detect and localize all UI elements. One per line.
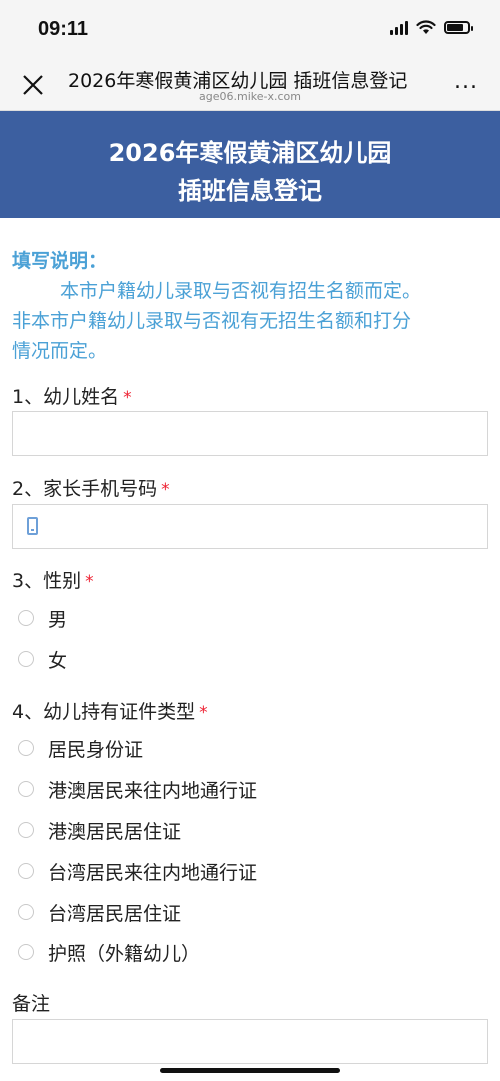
instructions-line3: 情况而定。	[12, 340, 108, 362]
instructions-line1: 本市户籍幼儿录取与否视有招生名额而定。	[60, 280, 422, 302]
radio-button[interactable]	[18, 610, 34, 626]
radio-button[interactable]	[18, 822, 34, 838]
phone-icon	[27, 517, 38, 535]
notes-label: 备注	[12, 993, 51, 1015]
q3-label-text: 3、性别	[12, 570, 82, 592]
child-name-input[interactable]	[12, 411, 488, 456]
question-child-name-label: 1、幼儿姓名 *	[12, 382, 132, 409]
option-label: 港澳居民居住证	[48, 820, 182, 843]
gender-option-female[interactable]: 女	[18, 644, 67, 674]
option-label: 护照（外籍幼儿）	[48, 942, 201, 965]
status-icons	[390, 20, 473, 35]
option-label: 居民身份证	[48, 738, 144, 761]
required-mark: *	[85, 572, 94, 592]
battery-icon	[444, 21, 473, 34]
option-label: 港澳居民来往内地通行证	[48, 779, 258, 802]
radio-button[interactable]	[18, 781, 34, 797]
status-time: 09:11	[38, 18, 89, 40]
id-type-option-taiwan-residence[interactable]: 台湾居民居住证	[18, 897, 181, 927]
nav-title: 2026年寒假黄浦区幼儿园 插班信息登记	[68, 70, 408, 92]
status-bar: 09:11	[0, 0, 500, 58]
id-type-option-hk-macau-residence[interactable]: 港澳居民居住证	[18, 815, 181, 845]
required-mark: *	[123, 388, 132, 408]
parent-phone-input[interactable]	[12, 504, 488, 549]
form-header-banner: 2026年寒假黄浦区幼儿园 插班信息登记	[0, 111, 500, 218]
id-type-option-hk-macau-permit[interactable]: 港澳居民来往内地通行证	[18, 774, 257, 804]
radio-button[interactable]	[18, 740, 34, 756]
form-title-line1: 2026年寒假黄浦区幼儿园	[108, 139, 392, 167]
notes-input[interactable]	[12, 1019, 488, 1064]
radio-button[interactable]	[18, 651, 34, 667]
signal-icon	[390, 20, 408, 35]
option-label: 台湾居民居住证	[48, 902, 182, 925]
q2-label-text: 2、家长手机号码	[12, 478, 158, 500]
question-parent-phone-label: 2、家长手机号码 *	[12, 474, 170, 501]
wifi-icon	[416, 20, 436, 34]
instructions-title: 填写说明：	[12, 250, 108, 272]
nav-url: age06.mike-x.com	[199, 90, 301, 103]
form-title-line2: 插班信息登记	[178, 177, 322, 205]
id-type-option-resident-id[interactable]: 居民身份证	[18, 733, 143, 763]
q1-label-text: 1、幼儿姓名	[12, 386, 120, 408]
required-mark: *	[199, 703, 208, 723]
question-gender-label: 3、性别 *	[12, 566, 94, 593]
id-type-option-passport[interactable]: 护照（外籍幼儿）	[18, 937, 200, 967]
question-id-type-label: 4、幼儿持有证件类型 *	[12, 697, 208, 724]
required-mark: *	[161, 480, 170, 500]
id-type-option-taiwan-permit[interactable]: 台湾居民来往内地通行证	[18, 856, 257, 886]
radio-button[interactable]	[18, 863, 34, 879]
option-label: 女	[48, 649, 68, 672]
instructions-line2: 非本市户籍幼儿录取与否视有无招生名额和打分	[12, 310, 412, 332]
radio-button[interactable]	[18, 904, 34, 920]
radio-button[interactable]	[18, 944, 34, 960]
gender-option-male[interactable]: 男	[18, 603, 67, 633]
more-options-button[interactable]: ...	[454, 71, 478, 93]
q4-label-text: 4、幼儿持有证件类型	[12, 701, 196, 723]
home-indicator[interactable]	[160, 1068, 340, 1073]
browser-nav-bar: 2026年寒假黄浦区幼儿园 插班信息登记 age06.mike-x.com ..…	[0, 58, 500, 111]
option-label: 男	[48, 608, 68, 631]
option-label: 台湾居民来往内地通行证	[48, 861, 258, 884]
